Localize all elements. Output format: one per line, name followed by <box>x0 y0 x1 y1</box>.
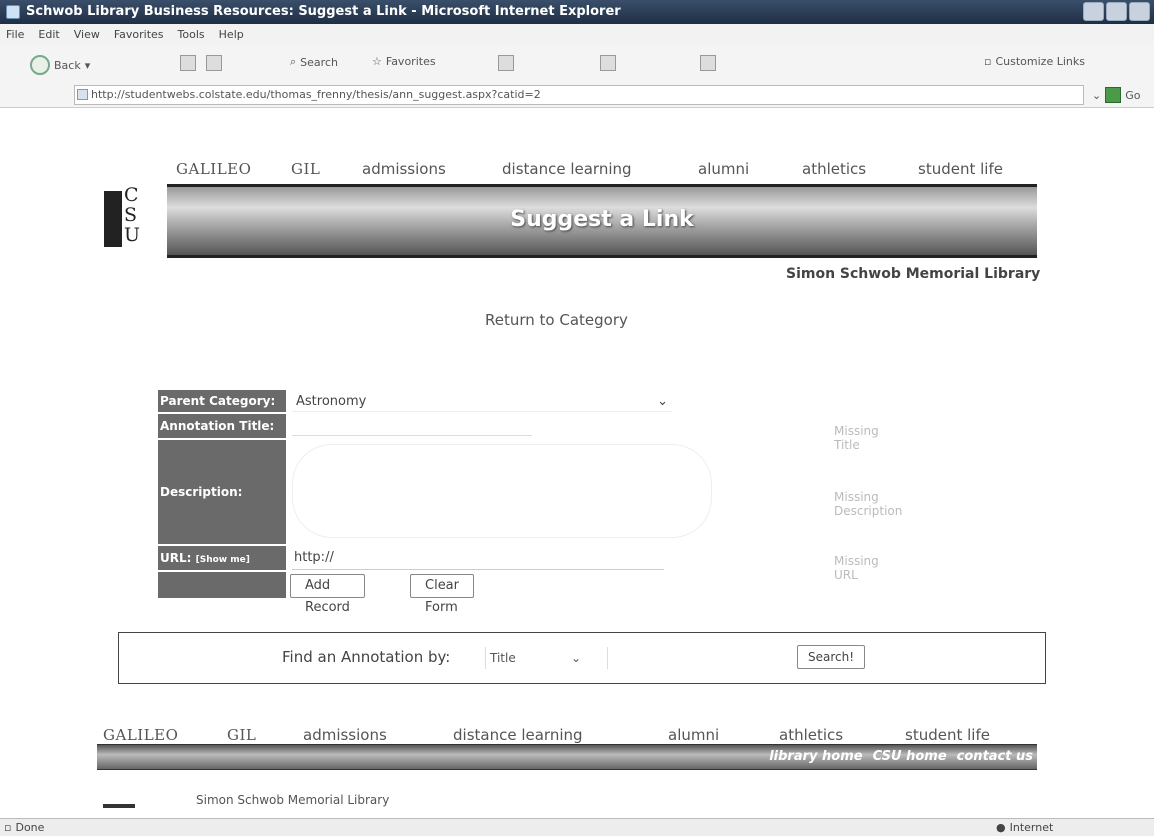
favorites-button[interactable]: ☆ Favorites <box>372 55 436 68</box>
refresh-icon <box>206 55 222 71</box>
nav-galileo[interactable]: GALILEO <box>103 726 178 744</box>
nav-alumni[interactable]: alumni <box>668 726 719 744</box>
back-arrow-icon <box>30 55 50 75</box>
search-button[interactable]: Search! <box>797 645 866 669</box>
footer-bar: library home CSU home contact us <box>97 744 1037 770</box>
csu-home-link[interactable]: CSU home <box>873 749 947 764</box>
page-content: GALILEO GIL admissions distance learning… <box>0 140 1154 818</box>
close-button[interactable] <box>1129 2 1150 21</box>
page-icon <box>77 89 88 100</box>
search-button[interactable]: ⌕ Search <box>290 55 338 69</box>
minimize-button[interactable] <box>1083 2 1104 21</box>
return-to-category-link[interactable]: Return to Category <box>485 311 628 329</box>
add-record-button[interactable]: Add Record <box>290 574 365 615</box>
back-button[interactable]: Back ▾ <box>30 55 90 75</box>
toolbar: Back ▾ ⌕ Search ☆ Favorites ▫ Customize … <box>0 44 1154 82</box>
nav-gil[interactable]: GIL <box>227 726 256 744</box>
page-icon: ▫ <box>984 55 992 68</box>
menu-help[interactable]: Help <box>219 28 244 41</box>
find-by-select[interactable]: Title ⌄ <box>485 647 585 669</box>
find-annotation-label: Find an Annotation by: <box>282 648 451 666</box>
footer-library-name: Simon Schwob Memorial Library <box>196 793 390 807</box>
nav-alumni[interactable]: alumni <box>698 160 749 178</box>
menu-edit[interactable]: Edit <box>38 28 59 41</box>
address-input[interactable]: http://studentwebs.colstate.edu/thomas_f… <box>74 85 1084 105</box>
footer-logo-mark <box>103 804 135 808</box>
chevron-down-icon: ▾ <box>84 58 91 72</box>
description-textarea[interactable] <box>292 444 712 538</box>
clear-form-button[interactable]: Clear Form <box>410 574 474 615</box>
parent-category-label: Parent Category: <box>158 390 286 412</box>
zone-text: Internet <box>1009 821 1054 834</box>
menu-favorites[interactable]: Favorites <box>114 28 164 41</box>
menubar: File Edit View Favorites Tools Help <box>0 24 1154 44</box>
parent-category-select[interactable]: Astronomy ⌄ <box>292 392 672 412</box>
print-button[interactable] <box>600 55 616 71</box>
show-me-link[interactable]: [Show me] <box>196 555 250 565</box>
nav-student-life[interactable]: student life <box>918 160 1003 178</box>
missing-url-message: Missing URL <box>834 554 879 582</box>
maximize-button[interactable] <box>1106 2 1127 21</box>
print-icon <box>600 55 616 71</box>
nav-admissions[interactable]: admissions <box>303 726 387 744</box>
nav-athletics[interactable]: athletics <box>802 160 866 178</box>
nav-distance-learning[interactable]: distance learning <box>502 160 632 178</box>
annotation-title-label: Annotation Title: <box>158 414 286 438</box>
stop-icon <box>180 55 196 71</box>
ie-icon <box>6 5 20 19</box>
menu-file[interactable]: File <box>6 28 24 41</box>
status-text: Done <box>15 821 45 834</box>
url-label: URL: [Show me] <box>158 546 286 570</box>
window-title: Schwob Library Business Resources: Sugge… <box>26 4 621 19</box>
search-icon: ⌕ <box>290 55 297 68</box>
library-name: Simon Schwob Memorial Library <box>786 266 1041 282</box>
status-bar: ▫ Done ● Internet <box>0 818 1154 836</box>
url-input[interactable]: http:// <box>292 550 664 570</box>
refresh-button[interactable] <box>206 55 222 71</box>
csu-logo[interactable]: C S U <box>100 185 160 257</box>
nav-athletics[interactable]: athletics <box>779 726 843 744</box>
missing-description-message: Missing Description <box>834 490 903 518</box>
missing-title-message: Missing Title <box>834 424 879 452</box>
nav-distance-learning[interactable]: distance learning <box>453 726 583 744</box>
address-bar: http://studentwebs.colstate.edu/thomas_f… <box>0 82 1154 108</box>
mail-icon <box>498 55 514 71</box>
customize-links-button[interactable]: ▫ Customize Links <box>984 55 1085 68</box>
page-title: Suggest a Link <box>510 207 694 232</box>
page-banner: Suggest a Link <box>167 184 1037 258</box>
nav-gil[interactable]: GIL <box>291 160 320 178</box>
messenger-icon <box>700 55 716 71</box>
nav-galileo[interactable]: GALILEO <box>176 160 251 178</box>
stop-button[interactable] <box>180 55 196 71</box>
globe-icon: ● <box>996 821 1006 834</box>
star-icon: ☆ <box>372 55 382 68</box>
page-icon: ▫ <box>4 821 12 834</box>
annotation-title-input[interactable] <box>292 416 532 436</box>
buttons-label-cell <box>158 572 286 598</box>
menu-view[interactable]: View <box>74 28 100 41</box>
nav-admissions[interactable]: admissions <box>362 160 446 178</box>
chevron-down-icon: ⌄ <box>1092 88 1102 102</box>
messenger-button[interactable] <box>700 55 716 71</box>
contact-us-link[interactable]: contact us <box>957 749 1033 764</box>
menu-tools[interactable]: Tools <box>178 28 205 41</box>
go-arrow-icon <box>1105 87 1122 103</box>
library-home-link[interactable]: library home <box>769 749 862 764</box>
find-search-input[interactable] <box>607 647 779 669</box>
window-titlebar: Schwob Library Business Resources: Sugge… <box>0 0 1154 24</box>
nav-student-life[interactable]: student life <box>905 726 990 744</box>
find-annotation-box: Find an Annotation by: Title ⌄ Search! <box>118 632 1046 684</box>
go-button[interactable]: ⌄ Go <box>1092 87 1140 103</box>
description-label: Description: <box>158 440 286 544</box>
chevron-down-icon: ⌄ <box>570 651 581 665</box>
chevron-down-icon: ⌄ <box>657 394 668 409</box>
mail-button[interactable] <box>498 55 514 71</box>
